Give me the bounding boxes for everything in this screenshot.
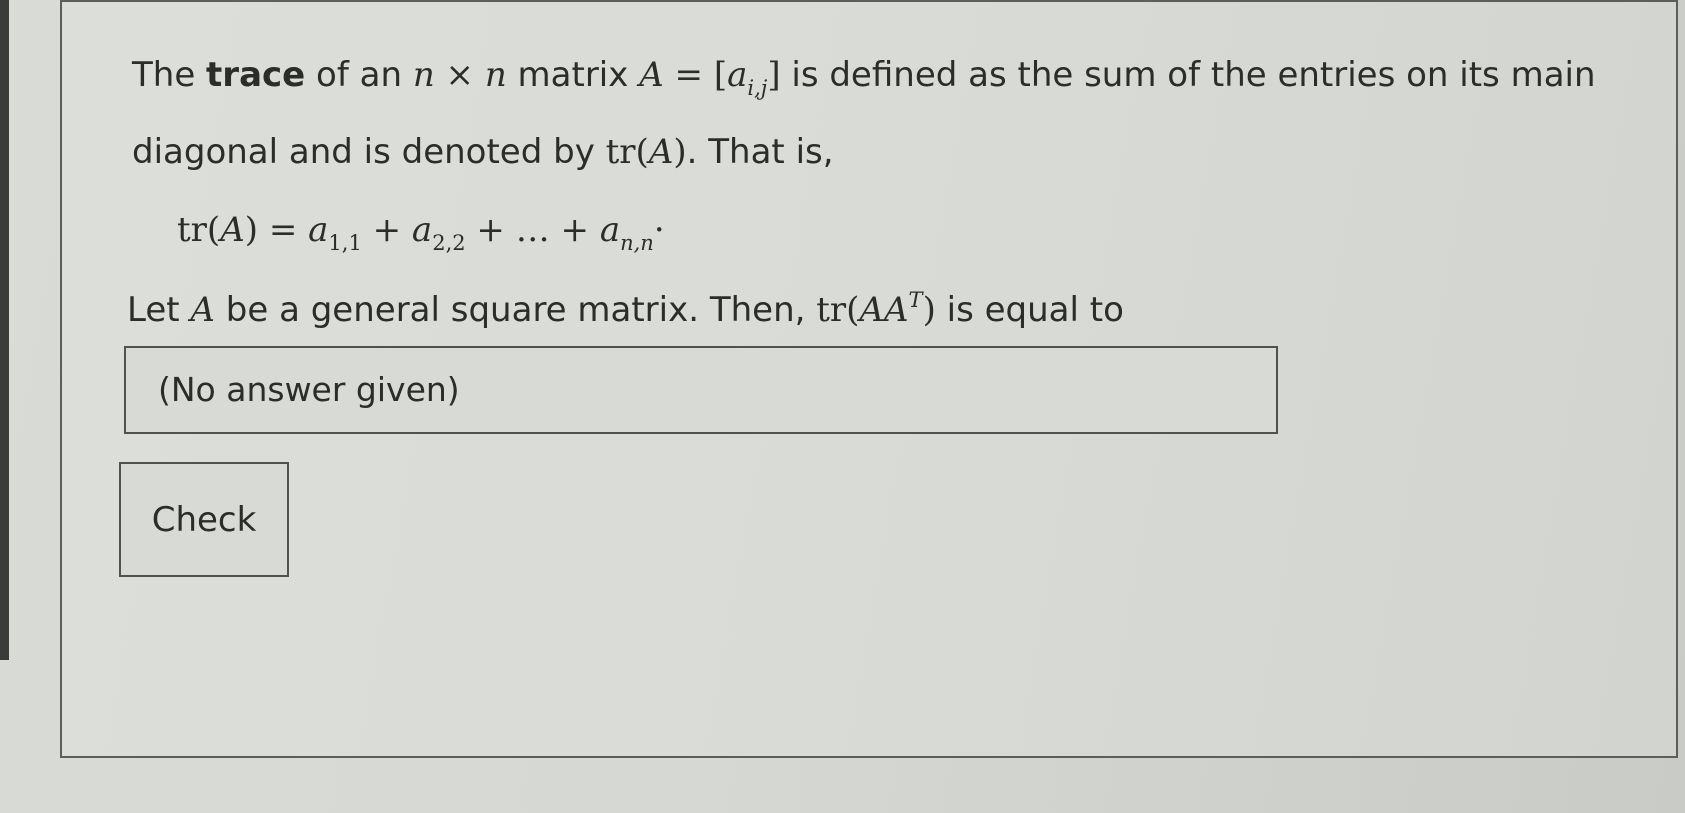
screen: The trace of an n × n matrix A = [ai,j] …: [0, 0, 1685, 813]
question-line-1: The trace of an n × n matrix A = [ai,j] …: [132, 55, 1596, 100]
check-button[interactable]: Check: [119, 462, 289, 577]
trace-formula: tr(A) = a1,1 + a2,2 + … + an,n·: [177, 210, 665, 255]
window-edge: [0, 0, 9, 660]
trace-term: trace: [206, 55, 306, 95]
answer-field[interactable]: (No answer given): [124, 346, 1278, 434]
question-prompt: Let A be a general square matrix. Then, …: [127, 288, 1124, 330]
answer-value: (No answer given): [158, 370, 460, 409]
question-line-2: diagonal and is denoted by tr(A). That i…: [132, 132, 834, 172]
